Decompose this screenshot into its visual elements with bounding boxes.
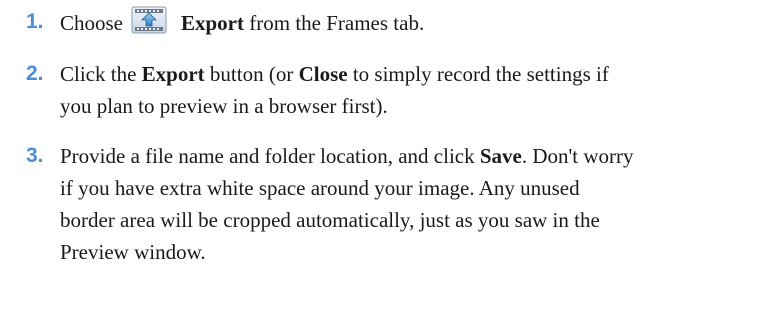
step-number: 2. — [26, 62, 44, 85]
step-2: 2. Click the Export button (or Close to … — [26, 58, 771, 122]
step-text-line-2: you plan to preview in a browser first). — [60, 94, 388, 118]
step-text-line-3: border area will be cropped automaticall… — [60, 208, 600, 232]
step-text-line-4: Preview window. — [60, 240, 206, 264]
step-text: Choose Export from the Frames tab. — [60, 6, 771, 39]
instruction-steps: 1. Choose Export from the Frames tab. 2.… — [26, 6, 771, 268]
step-3: 3. Provide a file name and folder locati… — [26, 140, 771, 268]
step-number: 3. — [26, 144, 44, 167]
step-text-line-1: Provide a file name and folder location,… — [60, 144, 634, 168]
export-film-icon — [131, 6, 167, 34]
step-text-line-2: if you have extra white space around you… — [60, 176, 580, 200]
step-text-line-1: Click the Export button (or Close to sim… — [60, 62, 609, 86]
step-number: 1. — [26, 10, 44, 33]
step-1: 1. Choose Export from the Frames tab. — [26, 6, 771, 39]
